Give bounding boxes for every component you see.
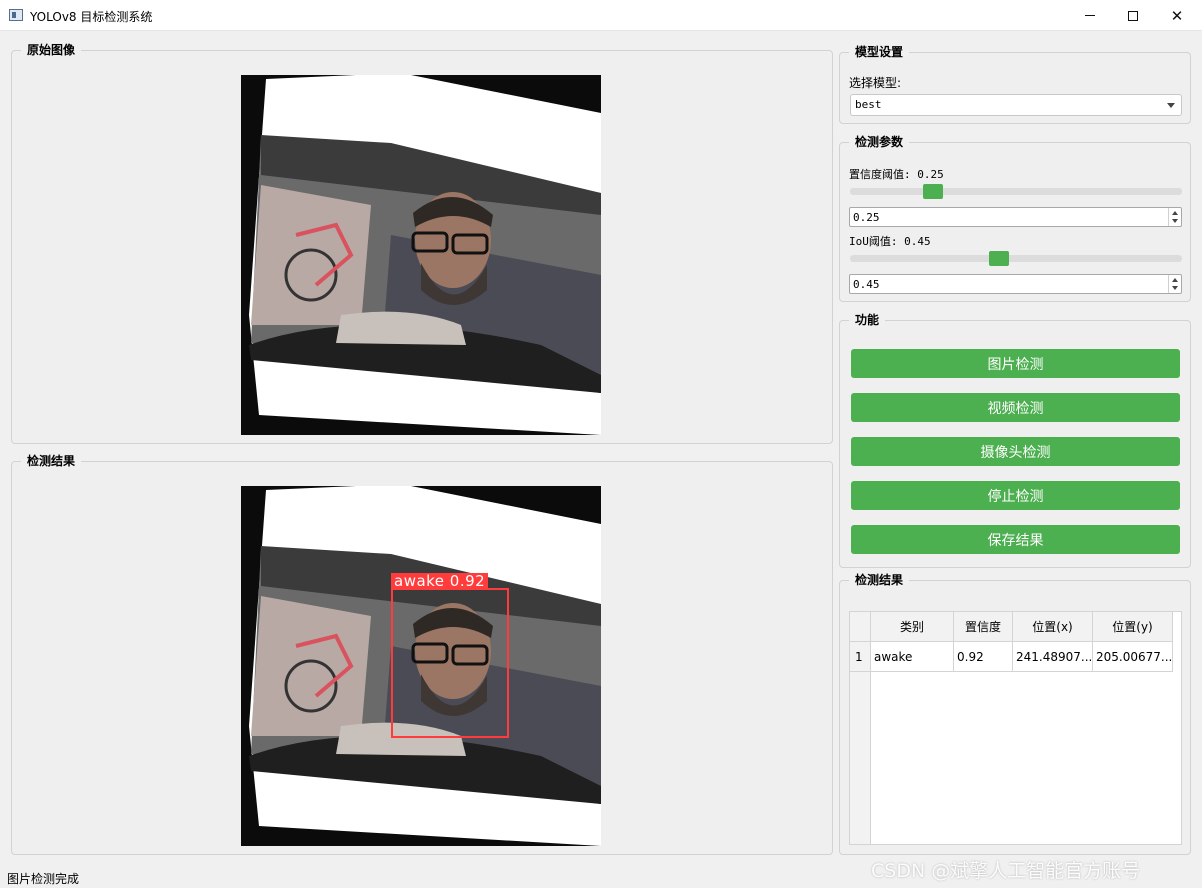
window-title: YOLOv8 目标检测系统 [30,10,153,24]
iou-spin-arrows[interactable] [1168,275,1181,293]
original-image-group: 原始图像 [11,43,833,444]
column-header-class[interactable]: 类别 [871,612,954,642]
camera-detect-button[interactable]: 摄像头检测 [851,437,1180,466]
maximize-icon [1128,10,1138,21]
save-results-button[interactable]: 保存结果 [851,525,1180,554]
detection-params-title: 检测参数 [849,135,910,149]
functions-title: 功能 [849,313,886,327]
column-header-confidence[interactable]: 置信度 [954,612,1013,642]
row-index[interactable]: 1 [850,642,871,672]
watermark-text: CSDN @斌擎人工智能官方账号 [871,860,1141,882]
close-button[interactable]: ✕ [1154,0,1200,31]
original-image-title: 原始图像 [21,43,82,57]
spin-up-icon[interactable] [1172,211,1178,215]
detection-params-group: 检测参数 置信度阈值: 0.25 0.25 IoU阈值: 0.45 0.45 [839,135,1191,302]
iou-spinbox[interactable]: 0.45 [849,274,1182,294]
detection-box-label: awake 0.92 [391,573,489,589]
table-cell-position-y[interactable]: 205.00677... [1093,642,1173,672]
column-header-position-x[interactable]: 位置(x) [1013,612,1093,642]
close-icon: ✕ [1170,6,1184,25]
row-header-column [850,672,871,844]
original-photo-art [249,75,601,435]
minimize-button[interactable] [1067,0,1113,31]
image-detect-button[interactable]: 图片检测 [851,349,1180,378]
iou-threshold-label: IoU阈值: 0.45 [849,235,931,248]
table-corner[interactable] [850,612,871,642]
spin-down-icon[interactable] [1172,286,1178,290]
model-select-value: best [855,98,882,111]
table-cell-position-x[interactable]: 241.48907... [1013,642,1093,672]
iou-slider[interactable] [850,255,1182,262]
dropdown-arrow-icon [1167,103,1175,108]
spin-up-icon[interactable] [1172,278,1178,282]
video-detect-button[interactable]: 视频检测 [851,393,1180,422]
iou-spinbox-value: 0.45 [853,278,880,291]
table-cell-confidence[interactable]: 0.92 [954,642,1013,672]
confidence-threshold-label: 置信度阈值: 0.25 [849,168,944,181]
select-model-label: 选择模型: [849,76,902,90]
status-text: 图片检测完成 [7,872,80,886]
confidence-spin-arrows[interactable] [1168,208,1181,226]
detection-image-title: 检测结果 [21,454,82,468]
app-window-icon [9,9,23,21]
model-settings-group: 模型设置 选择模型: best [839,45,1191,124]
confidence-slider[interactable] [850,188,1182,195]
confidence-spinbox-value: 0.25 [853,211,880,224]
original-image [241,75,601,435]
detection-bounding-box [391,588,509,738]
stop-detect-button[interactable]: 停止检测 [851,481,1180,510]
minimize-icon [1085,15,1095,16]
results-table-group: 检测结果 类别 置信度 位置(x) 位置(y) 1 awake 0.92 241… [839,573,1191,855]
confidence-slider-handle[interactable] [923,184,943,199]
results-table[interactable]: 类别 置信度 位置(x) 位置(y) 1 awake 0.92 241.4890… [849,611,1182,845]
model-settings-title: 模型设置 [849,45,910,59]
table-cell-class[interactable]: awake [871,642,954,672]
detection-image-group: 检测结果 awake 0.92 [11,454,833,855]
confidence-spinbox[interactable]: 0.25 [849,207,1182,227]
iou-slider-handle[interactable] [989,251,1010,266]
model-select[interactable]: best [850,94,1182,116]
results-table-title: 检测结果 [849,573,910,587]
column-header-position-y[interactable]: 位置(y) [1093,612,1173,642]
maximize-button[interactable] [1110,0,1156,31]
functions-group: 功能 图片检测 视频检测 摄像头检测 停止检测 保存结果 [839,313,1191,568]
title-bar: YOLOv8 目标检测系统 ✕ [0,0,1202,31]
detection-image: awake 0.92 [241,486,601,846]
spin-down-icon[interactable] [1172,219,1178,223]
